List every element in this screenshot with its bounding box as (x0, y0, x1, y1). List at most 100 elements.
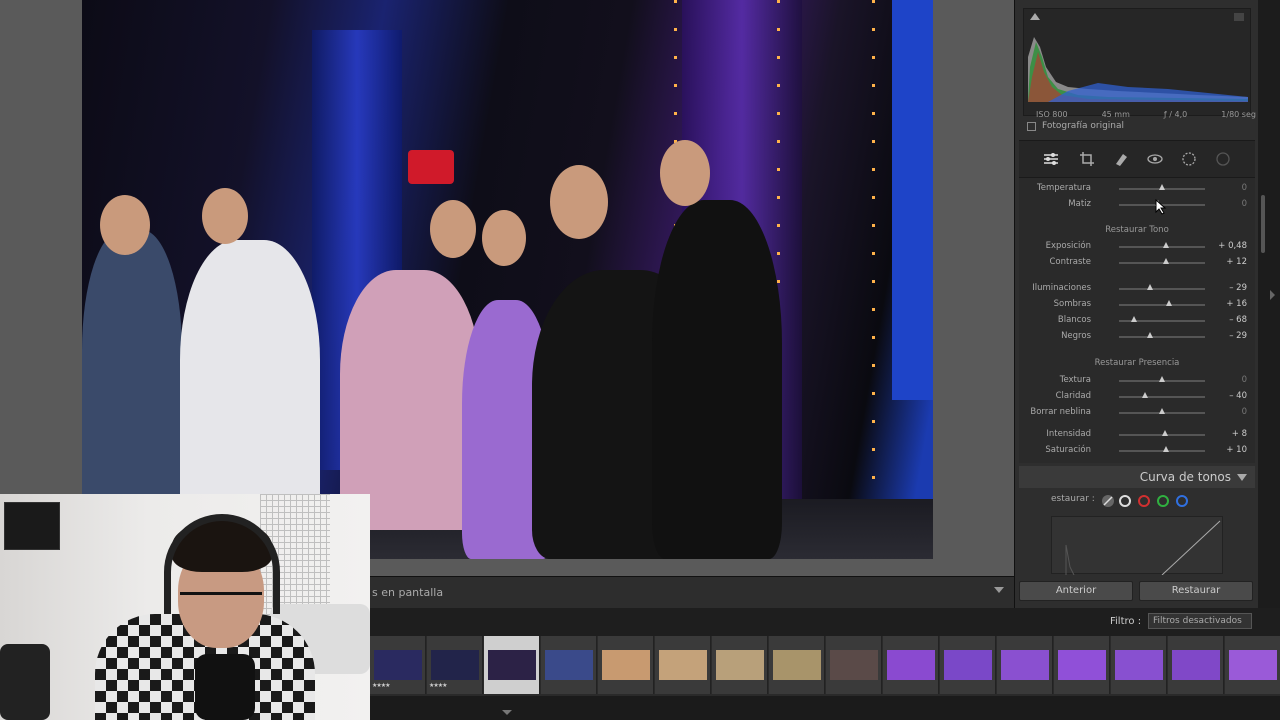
masking-icon[interactable] (1181, 151, 1197, 167)
slider-knob[interactable] (1159, 408, 1165, 414)
slider-row-borrar-neblina[interactable]: Borrar neblina 0 (1019, 405, 1255, 419)
slider-label: Contraste (1049, 257, 1091, 267)
original-photo-toggle[interactable]: Fotografía original (1027, 121, 1124, 131)
slider-row-temperatura[interactable]: Temperatura 0 (1019, 181, 1255, 195)
slider-value[interactable]: + 0,48 (1218, 241, 1247, 251)
slider-row-exposición[interactable]: Exposición + 0,48 (1019, 239, 1255, 253)
reset-button[interactable]: Restaurar (1139, 581, 1253, 601)
right-panel-toggle-icon[interactable] (1270, 290, 1275, 300)
slider-value[interactable]: – 29 (1229, 331, 1247, 341)
filmstrip-thumbnail[interactable] (1111, 636, 1167, 694)
parametric-curve-icon[interactable] (1101, 494, 1115, 508)
slider-value[interactable]: 0 (1242, 199, 1247, 209)
slider-row-textura[interactable]: Textura 0 (1019, 373, 1255, 387)
slider-label: Borrar neblina (1030, 407, 1091, 417)
filmstrip-toggle-icon[interactable] (502, 710, 512, 715)
slider-value[interactable]: 0 (1242, 407, 1247, 417)
slider-knob[interactable] (1146, 284, 1153, 290)
slider-row-saturación[interactable]: Saturación + 10 (1019, 443, 1255, 457)
slider-value[interactable]: – 29 (1229, 283, 1247, 293)
slider-track[interactable] (1119, 304, 1205, 306)
slider-row-iluminaciones[interactable]: Iluminaciones – 29 (1019, 281, 1255, 295)
previous-button[interactable]: Anterior (1019, 581, 1133, 601)
filmstrip-thumbnail[interactable] (997, 636, 1053, 694)
slider-track[interactable] (1119, 450, 1205, 452)
slider-label: Intensidad (1046, 429, 1091, 439)
crop-icon[interactable] (1079, 151, 1095, 167)
slider-row-blancos[interactable]: Blancos – 68 (1019, 313, 1255, 327)
slider-knob[interactable] (1131, 316, 1138, 322)
slider-value[interactable]: – 68 (1229, 315, 1247, 325)
slider-knob[interactable] (1146, 332, 1153, 338)
slider-value[interactable]: – 40 (1229, 391, 1247, 401)
slider-label: Blancos (1057, 315, 1091, 325)
filmstrip-thumbnail[interactable] (1054, 636, 1110, 694)
curve-red-channel[interactable] (1138, 495, 1150, 507)
slider-track[interactable] (1119, 246, 1205, 248)
slider-value[interactable]: + 8 (1232, 429, 1247, 439)
original-photo-checkbox[interactable] (1027, 121, 1036, 131)
slider-row-contraste[interactable]: Contraste + 12 (1019, 255, 1255, 269)
slider-track[interactable] (1119, 262, 1205, 264)
slider-value[interactable]: 0 (1242, 183, 1247, 193)
filmstrip-thumbnail[interactable] (769, 636, 825, 694)
thumbnail-image (602, 650, 650, 680)
develop-panel: ISO 800 45 mm ƒ / 4,0 1/80 seg Fotografí… (1014, 0, 1258, 608)
info-overlay-label: s en pantalla (372, 586, 444, 599)
mouse-cursor-icon (1155, 199, 1167, 215)
photo-preview[interactable] (82, 0, 933, 559)
slider-value[interactable]: + 16 (1226, 299, 1247, 309)
red-eye-icon[interactable] (1147, 151, 1163, 167)
panel-scrollbar-thumb[interactable] (1261, 195, 1265, 253)
slider-row-claridad[interactable]: Claridad – 40 (1019, 389, 1255, 403)
develop-tool-strip (1019, 140, 1255, 178)
slider-row-sombras[interactable]: Sombras + 16 (1019, 297, 1255, 311)
slider-row-intensidad[interactable]: Intensidad + 8 (1019, 427, 1255, 441)
curve-blue-channel[interactable] (1176, 495, 1188, 507)
filmstrip-filter-bar: Filtro : Filtros desactivados (370, 608, 1280, 636)
slider-row-negros[interactable]: Negros – 29 (1019, 329, 1255, 343)
curve-rgb-channel[interactable] (1119, 495, 1131, 507)
filmstrip-thumbnail[interactable]: ★★★★ (370, 636, 426, 694)
thumbnail-image (431, 650, 479, 680)
slider-knob[interactable] (1163, 242, 1170, 248)
tone-curve-line (1065, 520, 1221, 576)
tone-curve-header[interactable]: Curva de tonos (1019, 466, 1255, 488)
slider-track[interactable] (1119, 336, 1205, 338)
edit-sliders-icon[interactable] (1043, 151, 1059, 167)
image-canvas[interactable] (0, 0, 1014, 576)
slider-knob[interactable] (1141, 392, 1148, 398)
slider-track[interactable] (1119, 288, 1205, 290)
slider-row-matiz[interactable]: Matiz 0 (1019, 197, 1255, 211)
filmstrip-thumbnail[interactable] (541, 636, 597, 694)
collapse-arrow-icon[interactable] (1237, 474, 1247, 481)
slider-knob[interactable] (1163, 446, 1170, 452)
filmstrip-thumbnail[interactable] (655, 636, 711, 694)
tone-curve-graph[interactable] (1051, 516, 1223, 576)
filmstrip-thumbnail[interactable]: ★★★★ (427, 636, 483, 694)
slider-track[interactable] (1119, 396, 1205, 398)
filmstrip-thumbnail[interactable] (826, 636, 882, 694)
slider-knob[interactable] (1162, 430, 1169, 436)
slider-value[interactable]: 0 (1242, 375, 1247, 385)
healing-icon[interactable] (1113, 151, 1129, 167)
slider-value[interactable]: + 10 (1226, 445, 1247, 455)
filmstrip-thumbnail[interactable] (883, 636, 939, 694)
filmstrip-thumbnail[interactable] (712, 636, 768, 694)
filter-select[interactable]: Filtros desactivados (1148, 613, 1252, 629)
filmstrip-thumbnail[interactable] (598, 636, 654, 694)
panel-scrollbar[interactable] (1258, 0, 1280, 608)
slider-knob[interactable] (1165, 300, 1172, 306)
slider-knob[interactable] (1159, 376, 1165, 382)
filmstrip-thumbnail[interactable] (940, 636, 996, 694)
curve-green-channel[interactable] (1157, 495, 1169, 507)
filmstrip-thumbnail[interactable] (1225, 636, 1280, 694)
filmstrip-thumbnail[interactable] (484, 636, 540, 694)
slider-value[interactable]: + 12 (1226, 257, 1247, 267)
histogram[interactable]: ISO 800 45 mm ƒ / 4,0 1/80 seg (1023, 8, 1256, 119)
presets-icon[interactable] (1215, 151, 1231, 167)
slider-knob[interactable] (1159, 184, 1165, 190)
slider-knob[interactable] (1163, 258, 1170, 264)
toolbar-menu-arrow-icon[interactable] (994, 587, 1004, 593)
filmstrip-thumbnail[interactable] (1168, 636, 1224, 694)
